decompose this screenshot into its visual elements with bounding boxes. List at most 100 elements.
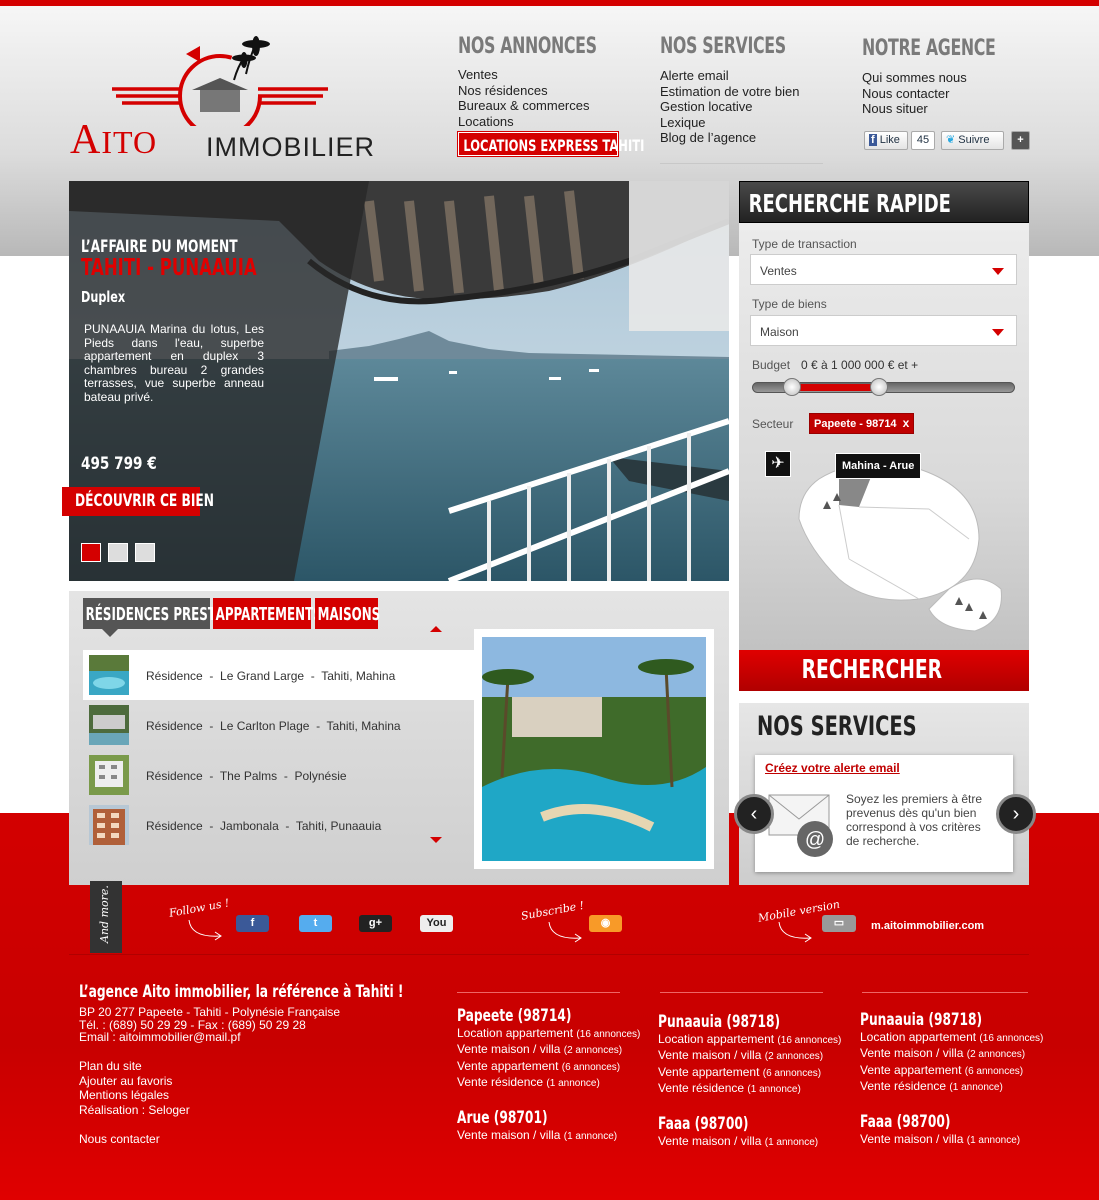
footer-link-contact[interactable]: Nous contacter	[79, 1132, 190, 1147]
footer-city-link[interactable]: Vente résidence (1 annonce)	[860, 1079, 1043, 1095]
services-prev-arrow-icon[interactable]: ‹	[734, 794, 774, 834]
like-label: Like	[879, 134, 900, 146]
scroll-up-arrow-icon[interactable]	[430, 626, 442, 632]
search-button[interactable]: RECHERCHER	[739, 650, 1029, 691]
listing-count: (2 annonces)	[966, 1049, 1026, 1061]
slide-dot-2[interactable]	[108, 543, 128, 562]
nav-link-residences[interactable]: Nos résidences	[458, 83, 590, 99]
footer-city-link[interactable]: Vente maison / villa (2 annonces)	[457, 1042, 640, 1058]
mobile-url-link[interactable]: m.aitoimmobilier.com	[871, 920, 984, 932]
hero-location: TAHITI - PUNAAUIA	[81, 255, 257, 281]
nav-link-contact[interactable]: Nous contacter	[862, 86, 967, 102]
airplane-icon[interactable]: ✈	[765, 451, 791, 477]
email-alert-link[interactable]: Créez votre alerte email	[765, 761, 900, 775]
nav-link-locations[interactable]: Locations	[458, 114, 590, 130]
nav-link-blog[interactable]: Blog de l’agence	[660, 130, 799, 146]
google-plus-icon[interactable]: g+	[359, 915, 392, 932]
logo[interactable]: AITO IMMOBILIER	[68, 36, 388, 166]
tab-appartements[interactable]: APPARTEMENTS	[213, 598, 322, 629]
footer-city-link[interactable]: Vente appartement (6 annonces)	[860, 1063, 1043, 1079]
rss-icon[interactable]: ◉	[589, 915, 622, 932]
listing-count: (16 annonces)	[979, 1033, 1044, 1044]
secteur-label: Secteur	[752, 417, 794, 431]
youtube-icon[interactable]: You	[420, 915, 453, 932]
twitter-follow-button[interactable]: ❦ Suivre	[941, 131, 1004, 150]
footer-city-link[interactable]: Vente résidence (1 annonce)	[658, 1081, 841, 1097]
nav-separator	[660, 163, 823, 164]
address-line: BP 20 277 Papeete - Tahiti - Polynésie F…	[79, 1005, 341, 1019]
listing-count: (16 annonces)	[777, 1035, 842, 1046]
budget-slider[interactable]	[752, 378, 1015, 396]
footer-address: BP 20 277 Papeete - Tahiti - Polynésie F…	[79, 1006, 340, 1044]
services-panel: NOS SERVICES Créez votre alerte email @ …	[739, 703, 1029, 885]
services-next-arrow-icon[interactable]: ›	[996, 794, 1036, 834]
nav-services-title: NOS SERVICES	[660, 34, 786, 59]
slide-dot-3[interactable]	[135, 543, 155, 562]
nav-link-qui[interactable]: Qui sommes nous	[862, 70, 967, 86]
email-line[interactable]: Email : aitoimmobilier@mail.pf	[79, 1031, 340, 1044]
budget-min-handle[interactable]	[783, 378, 802, 396]
search-title: RECHERCHE RAPIDE	[748, 189, 951, 218]
footer-city-link[interactable]: Location appartement (16 annonces)	[658, 1032, 841, 1048]
footer-city-link[interactable]: Vente appartement (6 annonces)	[457, 1059, 640, 1075]
residence-item[interactable]: Résidence - Jambonala - Tahiti, Punaauia	[83, 800, 474, 850]
footer-link-realisation[interactable]: Réalisation : Seloger	[79, 1103, 190, 1118]
nav-link-bureaux[interactable]: Bureaux & commerces	[458, 98, 590, 114]
slide-dot-1[interactable]	[81, 543, 101, 562]
residence-item[interactable]: Résidence - Le Grand Large - Tahiti, Mah…	[83, 650, 474, 700]
footer-link-mentions[interactable]: Mentions légales	[79, 1088, 190, 1103]
nav-link-lexique[interactable]: Lexique	[660, 115, 799, 131]
facebook-like-button[interactable]: f Like	[864, 131, 908, 150]
discover-property-button[interactable]: DÉCOUVRIR CE BIEN	[62, 487, 214, 516]
footer-city-link[interactable]: Vente maison / villa (2 annonces)	[860, 1046, 1043, 1062]
nav-link-gestion[interactable]: Gestion locative	[660, 99, 799, 115]
listing-count: (1 annonce)	[563, 1131, 618, 1142]
nav-link-estimation[interactable]: Estimation de votre bien	[660, 84, 799, 100]
twitter-icon[interactable]: t	[299, 915, 332, 932]
nav-link-situer[interactable]: Nous situer	[862, 101, 967, 117]
footer-city-link[interactable]: Vente maison / villa (2 annonces)	[658, 1048, 841, 1064]
active-tab-pointer	[102, 629, 118, 637]
remove-tag-icon[interactable]: x	[903, 416, 910, 430]
logo-subtext: IMMOBILIER	[206, 132, 376, 162]
footer-link-plan[interactable]: Plan du site	[79, 1059, 190, 1074]
bien-label: Type de biens	[752, 297, 827, 311]
footer-city-list: Location appartement (16 annonces) Vente …	[860, 1030, 1043, 1096]
mobile-phone-icon[interactable]: ▭	[822, 915, 856, 932]
footer-city-link[interactable]: Vente appartement (6 annonces)	[658, 1065, 841, 1081]
curved-arrow-icon	[548, 921, 582, 943]
like-count: 45	[911, 131, 935, 150]
tab-residences-prestige[interactable]: RÉSIDENCES PRESTIGE	[83, 598, 238, 629]
tab-maisons[interactable]: MAISONS	[315, 598, 380, 629]
nav-link-alerte[interactable]: Alerte email	[660, 68, 799, 84]
footer-city-link[interactable]: Vente maison / villa (1 annonce)	[658, 1134, 818, 1150]
footer-separator	[862, 992, 1028, 993]
and-more-tab: And more.	[90, 881, 122, 953]
nav-annonces-title: NOS ANNONCES	[458, 34, 597, 59]
transaction-select[interactable]: Ventes	[750, 254, 1017, 285]
bien-select[interactable]: Maison	[750, 315, 1017, 346]
footer-city-link[interactable]: Location appartement (16 annonces)	[457, 1026, 640, 1042]
footer-link-favoris[interactable]: Ajouter au favoris	[79, 1074, 190, 1089]
logo-text: AITO	[70, 117, 158, 163]
footer-city-link[interactable]: Vente maison / villa (1 annonce)	[860, 1132, 1020, 1148]
hero-property-type: Duplex	[81, 288, 126, 306]
facebook-icon[interactable]: f	[236, 915, 269, 932]
footer-city-list: Location appartement (16 annonces) Vente …	[457, 1026, 640, 1092]
residence-item[interactable]: Résidence - The Palms - Polynésie	[83, 750, 474, 800]
residence-preview[interactable]	[474, 629, 714, 869]
hero-description: PUNAAUIA Marina du lotus, Les Pieds dans…	[84, 322, 264, 404]
share-plus-button[interactable]: +	[1011, 131, 1030, 150]
footer-city-list: Location appartement (16 annonces) Vente …	[658, 1032, 841, 1098]
footer-city-link[interactable]: Location appartement (16 annonces)	[860, 1030, 1043, 1046]
residence-item[interactable]: Résidence - Le Carlton Plage - Tahiti, M…	[83, 700, 474, 750]
nav-link-ventes[interactable]: Ventes	[458, 67, 590, 83]
footer-city-link[interactable]: Vente résidence (1 annonce)	[457, 1075, 640, 1091]
budget-max-handle[interactable]	[870, 378, 889, 396]
scroll-down-arrow-icon[interactable]	[430, 837, 442, 843]
listing-count: (16 annonces)	[576, 1029, 641, 1040]
locations-express-button[interactable]: LOCATIONS EXPRESS TAHITI	[457, 131, 644, 157]
footer-city-link[interactable]: Vente maison / villa (1 annonce)	[457, 1128, 617, 1144]
services-title: NOS SERVICES	[757, 711, 917, 742]
map-tooltip: Mahina - Arue	[835, 453, 922, 479]
